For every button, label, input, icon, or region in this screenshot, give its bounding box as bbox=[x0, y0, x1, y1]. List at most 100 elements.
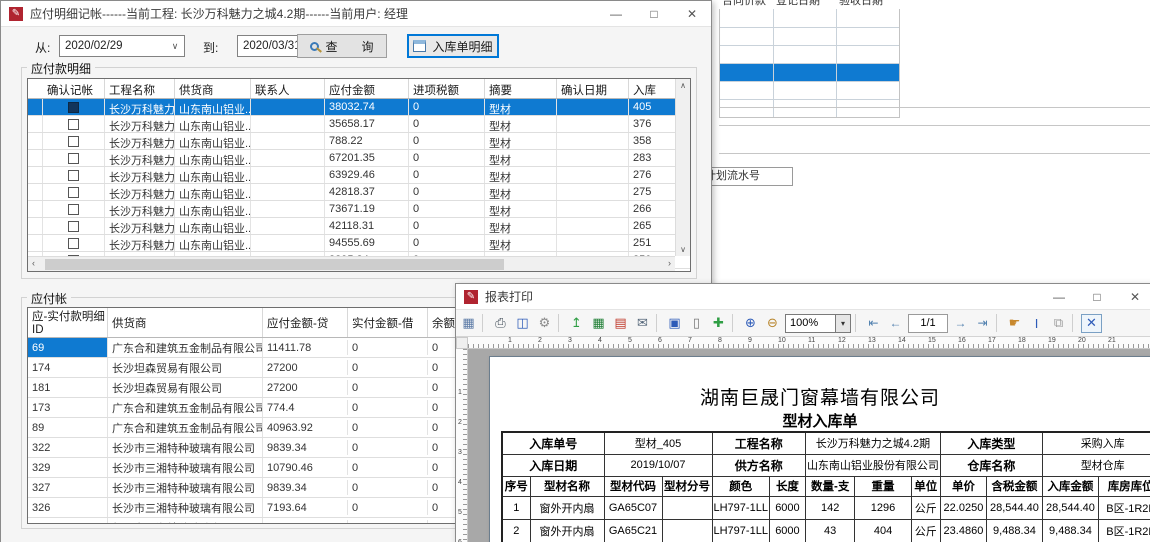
table-cell: 0 bbox=[348, 340, 428, 355]
maximize-button[interactable]: □ bbox=[1078, 284, 1116, 309]
column-header[interactable]: 摘要 bbox=[485, 79, 557, 98]
plan-serial-field[interactable]: 计划流水号 bbox=[701, 167, 793, 186]
confirm-checkbox-cell[interactable] bbox=[43, 218, 105, 234]
table-row[interactable]: 长沙万科魅力... 山东南山铝业... 94555.69 0 型材 251 bbox=[28, 235, 690, 252]
column-header[interactable]: 入库 bbox=[629, 79, 659, 98]
checkbox[interactable] bbox=[68, 153, 79, 164]
table-row[interactable] bbox=[720, 63, 899, 81]
scrollbar-thumb[interactable] bbox=[45, 259, 504, 270]
vertical-scrollbar[interactable]: ∧ ∨ bbox=[675, 79, 690, 256]
page-number-field[interactable]: 1/1 bbox=[908, 314, 948, 333]
column-header[interactable]: 确认记帐 bbox=[43, 79, 105, 98]
table-row[interactable] bbox=[720, 45, 899, 63]
column-header[interactable]: 实付金额-借 bbox=[348, 308, 428, 337]
table-row[interactable]: 长沙万科魅力... 山东南山铝业... 42118.31 0 型材 265 bbox=[28, 218, 690, 235]
confirm-checkbox-cell[interactable] bbox=[43, 167, 105, 183]
column-header[interactable]: 工程名称 bbox=[105, 79, 175, 98]
next-page-icon[interactable]: → bbox=[951, 314, 970, 333]
table-row[interactable]: 长沙万科魅力... 山东南山铝业... 42818.37 0 型材 275 bbox=[28, 184, 690, 201]
close-button[interactable]: ✕ bbox=[673, 1, 711, 26]
table-row[interactable] bbox=[720, 99, 899, 117]
checkbox[interactable] bbox=[68, 119, 79, 130]
titlebar[interactable]: ✎ 应付明细记帐------当前工程: 长沙万科魅力之城4.2期------当前… bbox=[1, 1, 711, 27]
query-button[interactable]: 查 询 bbox=[297, 34, 387, 58]
checkbox[interactable] bbox=[68, 187, 79, 198]
checkbox[interactable] bbox=[68, 170, 79, 181]
confirm-checkbox-cell[interactable] bbox=[43, 184, 105, 200]
confirm-checkbox-cell[interactable] bbox=[43, 133, 105, 149]
column-header[interactable]: 进项税额 bbox=[409, 79, 485, 98]
page-setup-book-icon[interactable]: ◫ bbox=[513, 314, 532, 333]
column-header[interactable]: 确认日期 bbox=[557, 79, 629, 98]
print-icon[interactable]: ⎙ bbox=[491, 314, 510, 333]
print-current-icon[interactable]: ▣ bbox=[665, 314, 684, 333]
checkbox[interactable] bbox=[68, 238, 79, 249]
confirm-checkbox-cell[interactable] bbox=[43, 150, 105, 166]
column-header: 序号 bbox=[502, 476, 530, 496]
column-header[interactable]: 供货商 bbox=[108, 308, 263, 337]
inbound-detail-button[interactable]: 入库单明细 bbox=[407, 34, 499, 58]
print-options-icon[interactable]: ⚙ bbox=[535, 314, 554, 333]
to-label: 到: bbox=[203, 39, 218, 56]
copy-page-icon[interactable]: ⧉ bbox=[1049, 314, 1068, 333]
chevron-down-icon[interactable]: ∨ bbox=[166, 41, 184, 52]
table-cell: 0 bbox=[409, 99, 485, 115]
table-cell: 长沙万科魅力... bbox=[105, 150, 175, 166]
window-title: 报表打印 bbox=[485, 288, 533, 305]
confirm-checkbox-cell[interactable] bbox=[43, 99, 105, 115]
table-row[interactable]: 长沙万科魅力... 山东南山铝业... 788.22 0 型材 358 bbox=[28, 133, 690, 150]
report-preview-area[interactable]: 湖南巨晟门窗幕墙有限公司 型材入库单 入库单号 型材_405 工程名称 长沙万科… bbox=[468, 349, 1150, 542]
scroll-left-icon[interactable]: ‹ bbox=[32, 258, 35, 268]
confirm-checkbox-cell[interactable] bbox=[43, 201, 105, 217]
checkbox[interactable] bbox=[68, 136, 79, 147]
checkbox[interactable] bbox=[68, 102, 79, 113]
table-row[interactable]: 长沙万科魅力... 山东南山铝业... 35658.17 0 型材 376 bbox=[28, 116, 690, 133]
scroll-down-icon[interactable]: ∨ bbox=[680, 245, 686, 254]
export-icon[interactable]: ↥ bbox=[567, 314, 586, 333]
table-row[interactable]: 长沙万科魅力... 山东南山铝业... 73671.19 0 型材 266 bbox=[28, 201, 690, 218]
prev-page-icon[interactable]: ← bbox=[886, 314, 905, 333]
window-icon bbox=[413, 40, 426, 52]
from-date-combobox[interactable]: 2020/02/29 ∨ bbox=[59, 35, 185, 57]
multi-page-icon[interactable]: ✚ bbox=[709, 314, 728, 333]
zoom-combobox[interactable]: 100% ▾ bbox=[785, 314, 851, 333]
column-header[interactable]: 供货商 bbox=[175, 79, 251, 98]
table-cell: 40963.92 bbox=[263, 420, 348, 435]
first-page-icon[interactable]: ⇤ bbox=[864, 314, 883, 333]
table-row[interactable] bbox=[720, 81, 899, 99]
scroll-right-icon[interactable]: › bbox=[668, 258, 671, 268]
horizontal-scrollbar[interactable]: ‹ › bbox=[28, 256, 675, 271]
single-page-icon[interactable]: ▯ bbox=[687, 314, 706, 333]
zoom-in-icon[interactable]: ⊕ bbox=[741, 314, 760, 333]
zoom-out-icon[interactable]: ⊖ bbox=[763, 314, 782, 333]
titlebar[interactable]: ✎ 报表打印 — □ ✕ bbox=[456, 284, 1150, 310]
close-preview-icon[interactable]: ✕ bbox=[1081, 314, 1102, 333]
last-page-icon[interactable]: ⇥ bbox=[973, 314, 992, 333]
export-mail-icon[interactable]: ✉ bbox=[633, 314, 652, 333]
text-select-tool-icon[interactable]: I bbox=[1027, 314, 1046, 333]
close-button[interactable]: ✕ bbox=[1116, 284, 1150, 309]
column-header[interactable]: 联系人 bbox=[251, 79, 325, 98]
confirm-checkbox-cell[interactable] bbox=[43, 235, 105, 251]
scroll-up-icon[interactable]: ∧ bbox=[680, 81, 686, 90]
table-row[interactable]: 长沙万科魅力... 山东南山铝业... 67201.35 0 型材 283 bbox=[28, 150, 690, 167]
column-header[interactable]: 应付金额 bbox=[325, 79, 409, 98]
column-header[interactable]: 应付金额-贷 bbox=[263, 308, 348, 337]
column-header[interactable]: 应-实付款明细ID bbox=[28, 308, 108, 337]
confirm-checkbox-cell[interactable] bbox=[43, 116, 105, 132]
checkbox[interactable] bbox=[68, 221, 79, 232]
minimize-button[interactable]: — bbox=[597, 1, 635, 26]
hand-tool-icon[interactable]: ☛ bbox=[1005, 314, 1024, 333]
table-row[interactable]: 长沙万科魅力... 山东南山铝业... 38032.74 0 型材 405 bbox=[28, 99, 690, 116]
table-row[interactable] bbox=[720, 9, 899, 27]
maximize-button[interactable]: □ bbox=[635, 1, 673, 26]
checkbox[interactable] bbox=[68, 204, 79, 215]
dock-grid-icon[interactable]: ▦ bbox=[459, 314, 478, 333]
table-row[interactable] bbox=[720, 27, 899, 45]
chevron-down-icon[interactable]: ▾ bbox=[835, 315, 850, 332]
export-excel-icon[interactable]: ▦ bbox=[589, 314, 608, 333]
export-pdf-icon[interactable]: ▤ bbox=[611, 314, 630, 333]
table-row[interactable]: 长沙万科魅力... 山东南山铝业... 63929.46 0 型材 276 bbox=[28, 167, 690, 184]
table-cell: 35658.17 bbox=[325, 116, 409, 132]
minimize-button[interactable]: — bbox=[1040, 284, 1078, 309]
